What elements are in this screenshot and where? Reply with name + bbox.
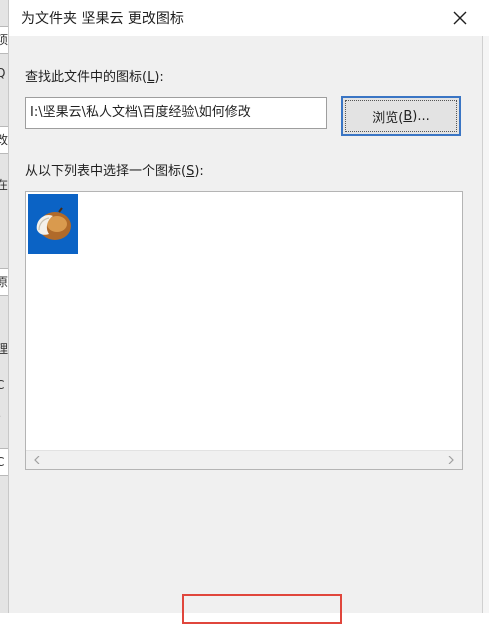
icon-list[interactable] — [25, 191, 463, 470]
dialog-title: 为文件夹 坚果云 更改图标 — [21, 11, 184, 27]
icon-list-item-selected[interactable] — [28, 194, 78, 254]
highlighted-button-outline[interactable] — [182, 594, 342, 624]
icon-file-path-input[interactable]: I:\坚果云\私人文档\百度经验\如何修改 — [25, 97, 327, 129]
background-fragment: C — [0, 448, 8, 476]
background-fragment: 改 — [0, 126, 8, 154]
search-file-label: 查找此文件中的图标(L): — [25, 70, 164, 85]
background-fragment: 项 — [0, 26, 8, 54]
nut-icon — [36, 207, 71, 240]
horizontal-scrollbar[interactable] — [26, 450, 462, 469]
scroll-left-icon[interactable] — [34, 456, 40, 464]
background-fragment: 原 — [0, 268, 8, 296]
scroll-right-icon[interactable] — [448, 456, 454, 464]
background-fragment: 理 — [0, 342, 8, 356]
background-window-edge: 项 Q 改 在 原 理 C 。 C — [0, 0, 9, 613]
change-icon-dialog: 项 Q 改 在 原 理 C 。 C 为文件夹 坚果云 更改图标 查找此文件中的图… — [0, 0, 489, 624]
title-bar[interactable]: 为文件夹 坚果云 更改图标 — [9, 0, 489, 36]
browse-button-focus: 浏览(B)... — [345, 100, 457, 132]
icon-file-path-value: I:\坚果云\私人文档\百度经验\如何修改 — [30, 105, 251, 120]
background-fragment: Q — [0, 66, 6, 80]
close-button[interactable] — [445, 4, 475, 32]
browse-button[interactable]: 浏览(B)... — [341, 96, 461, 136]
background-fragment: 。 — [0, 404, 8, 422]
background-fragment: C — [0, 378, 5, 392]
icon-list-label: 从以下列表中选择一个图标(S): — [25, 164, 204, 179]
close-icon — [453, 11, 467, 25]
background-fragment: 在 — [0, 178, 8, 192]
background-window-edge-right — [482, 0, 489, 613]
